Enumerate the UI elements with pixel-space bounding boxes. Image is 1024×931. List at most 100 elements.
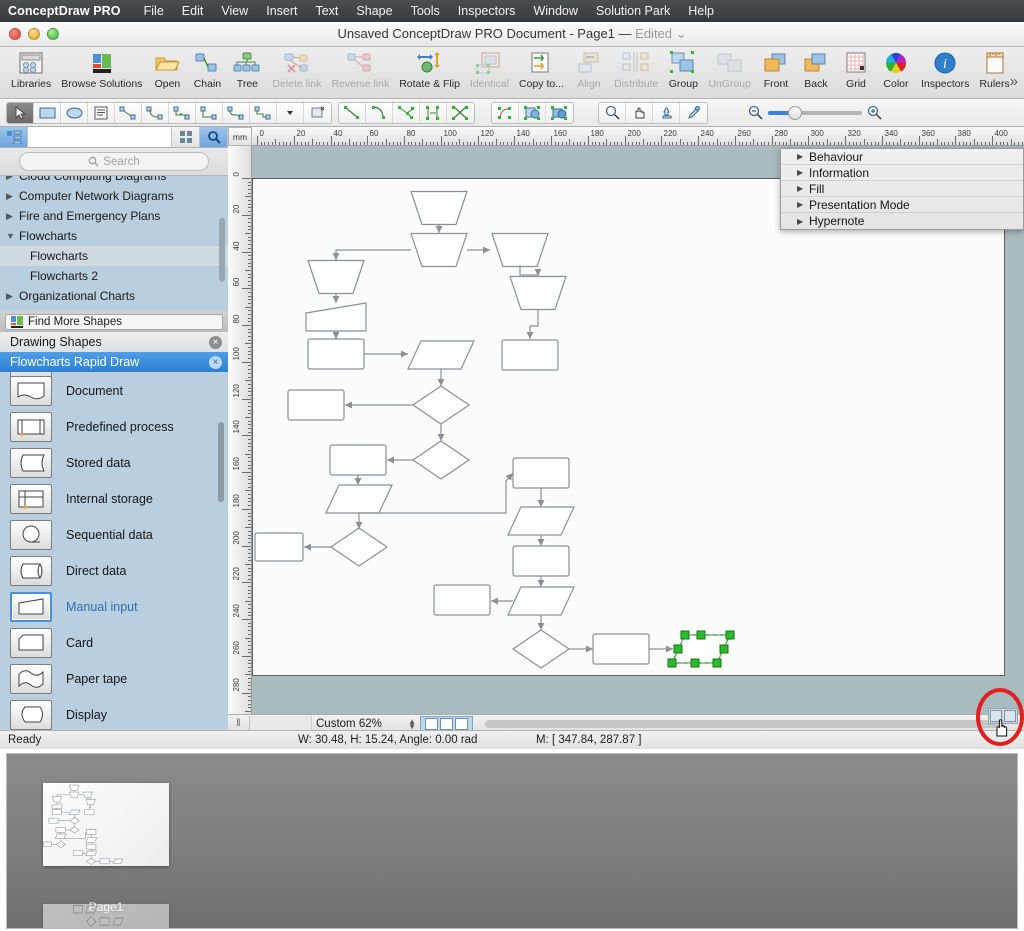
horizontal-ruler[interactable]: 0204060801001201401601802002202402602803… (252, 127, 1024, 146)
toolbar-button-back[interactable]: Back (796, 47, 836, 90)
zoom-slider-control[interactable] (748, 105, 882, 120)
bezier-edit-tool[interactable] (492, 103, 519, 123)
zoom-out-icon[interactable] (748, 105, 763, 120)
menu-item-window[interactable]: Window (524, 4, 586, 18)
stepper-icon[interactable]: ▲▼ (408, 719, 416, 729)
toolbar-button-open[interactable]: Open (147, 47, 187, 90)
line-connector-tool[interactable] (115, 103, 142, 123)
maximize-button[interactable] (47, 28, 59, 40)
scissors-tool[interactable] (447, 103, 474, 123)
text-tool[interactable] (88, 103, 115, 123)
page-thumbnail[interactable] (43, 783, 169, 866)
menu-item-insert[interactable]: Insert (257, 4, 306, 18)
elbow-connector-tool[interactable] (196, 103, 223, 123)
shape-item-manual-input[interactable]: Manual input (0, 589, 228, 625)
toolbar-button-distribute[interactable]: Distribute (609, 47, 663, 90)
page-view-multi[interactable] (455, 718, 468, 730)
context-menu-item-hypernote[interactable]: ▶ Hypernote (781, 213, 1023, 229)
chevron-right-icon[interactable]: ▶ (6, 291, 19, 302)
toolbar-button-identical[interactable]: Identical (465, 47, 514, 90)
page-view-single[interactable] (425, 718, 438, 730)
shape-item-direct-data[interactable]: Direct data (0, 553, 228, 589)
multi-connector-tool[interactable] (250, 103, 277, 123)
horizontal-scrollbar-thumb[interactable] (485, 720, 1005, 728)
toolbar-button-libraries[interactable]: Libraries (6, 47, 56, 90)
close-icon[interactable]: × (209, 336, 222, 349)
library-tab-drawing-shapes[interactable]: Drawing Shapes × (0, 332, 228, 352)
page-thumbnail-next[interactable] (43, 904, 169, 929)
chevron-right-icon[interactable]: ▶ (6, 176, 19, 182)
document-page[interactable] (252, 178, 1005, 676)
flowchart-diagram[interactable] (253, 179, 1006, 677)
tree-item-organizational-charts[interactable]: ▶ Organizational Charts (0, 286, 228, 306)
pointer-tool[interactable] (7, 103, 34, 123)
straight-line-tool[interactable] (339, 103, 366, 123)
page-view-double[interactable] (440, 718, 453, 730)
smart-connector-tool[interactable] (223, 103, 250, 123)
curve-connector-tool[interactable] (142, 103, 169, 123)
menu-item-file[interactable]: File (135, 4, 173, 18)
toolbar-button-inspectors[interactable]: i Inspectors (916, 47, 974, 90)
connector-dropdown[interactable] (277, 103, 304, 123)
menu-item-edit[interactable]: Edit (173, 4, 213, 18)
menu-item-shape[interactable]: Shape (347, 4, 401, 18)
toolbar-button-reverse-link[interactable]: Reverse link (326, 47, 394, 90)
search-icon[interactable] (200, 127, 228, 147)
toolbar-overflow-button[interactable]: » (1010, 73, 1018, 90)
hand-tool[interactable] (626, 103, 653, 123)
shape-list-scrollbar[interactable] (218, 422, 224, 502)
close-icon[interactable]: × (209, 356, 222, 369)
context-menu-item-fill[interactable]: ▶ Fill (781, 181, 1023, 197)
toolbar-button-front[interactable]: Front (756, 47, 796, 90)
context-menu-item-behaviour[interactable]: ▶ Behaviour (781, 149, 1023, 165)
search-input[interactable]: Search (19, 152, 209, 171)
title-chevron-icon[interactable]: ⌄ (676, 26, 687, 41)
rectangle-tool[interactable] (34, 103, 61, 123)
toolbar-button-align[interactable]: Align (569, 47, 609, 90)
tree-item-flowcharts-2[interactable]: Flowcharts 2 (0, 266, 228, 286)
polyline-tool[interactable] (393, 103, 420, 123)
ruler-unit-label[interactable]: mm (228, 127, 252, 146)
menu-item-text[interactable]: Text (306, 4, 347, 18)
shape-union-tool[interactable] (519, 103, 546, 123)
library-tab-flowcharts-rapid-draw[interactable]: Flowcharts Rapid Draw × (0, 352, 228, 372)
dimension-tool[interactable] (420, 103, 447, 123)
arc-tool[interactable] (366, 103, 393, 123)
menu-item-view[interactable]: View (212, 4, 257, 18)
tree-item-computer-network[interactable]: ▶ Computer Network Diagrams (0, 186, 228, 206)
drawing-canvas[interactable] (252, 146, 1024, 714)
shape-item-stored-data[interactable]: Stored data (0, 445, 228, 481)
close-button[interactable] (9, 28, 21, 40)
break-link-tool[interactable] (304, 103, 331, 123)
page-view-buttons[interactable] (420, 716, 473, 731)
shape-item-predefined-process[interactable]: Predefined process (0, 409, 228, 445)
toolbar-button-color[interactable]: Color (876, 47, 916, 90)
toolbar-button-rotate-flip[interactable]: Rotate & Flip (394, 47, 465, 90)
tree-view-icon[interactable] (0, 127, 28, 147)
tree-item-flowcharts[interactable]: Flowcharts (0, 246, 228, 266)
toolbar-button-ungroup[interactable]: UnGroup (703, 47, 756, 90)
stamp-tool[interactable] (653, 103, 680, 123)
tree-item-fire-emergency[interactable]: ▶ Fire and Emergency Plans (0, 206, 228, 226)
shape-item-document[interactable]: Document (0, 373, 228, 409)
vertical-ruler[interactable]: 020406080100120140160180200220240260280 (228, 146, 252, 714)
context-menu[interactable]: ▶ Behaviour ▶ Information ▶ Fill ▶ Prese… (780, 148, 1024, 230)
toolbar-button-grid[interactable]: Grid (836, 47, 876, 90)
chevron-right-icon[interactable]: ▶ (6, 211, 19, 222)
tree-item-cloud-computing[interactable]: ▶ Cloud Computing Diagrams (0, 176, 228, 186)
library-tree-scrollbar[interactable] (219, 218, 225, 282)
toolbar-button-chain[interactable]: Chain (187, 47, 227, 90)
ellipse-tool[interactable] (61, 103, 88, 123)
chevron-right-icon[interactable]: ▶ (6, 191, 19, 202)
shape-merge-tool[interactable] (546, 103, 573, 123)
minimize-button[interactable] (28, 28, 40, 40)
shape-item-paper-tape[interactable]: Paper tape (0, 661, 228, 697)
pages-panel-inner[interactable]: Page1 (6, 753, 1018, 929)
menu-item-tools[interactable]: Tools (402, 4, 449, 18)
context-menu-item-presentation-mode[interactable]: ▶ Presentation Mode (781, 197, 1023, 213)
toolbar-button-tree[interactable]: Tree (227, 47, 267, 90)
grid-view-icon[interactable] (172, 127, 200, 147)
context-menu-item-information[interactable]: ▶ Information (781, 165, 1023, 181)
library-filter-input[interactable] (28, 127, 172, 147)
zoom-slider-knob[interactable] (788, 106, 802, 120)
